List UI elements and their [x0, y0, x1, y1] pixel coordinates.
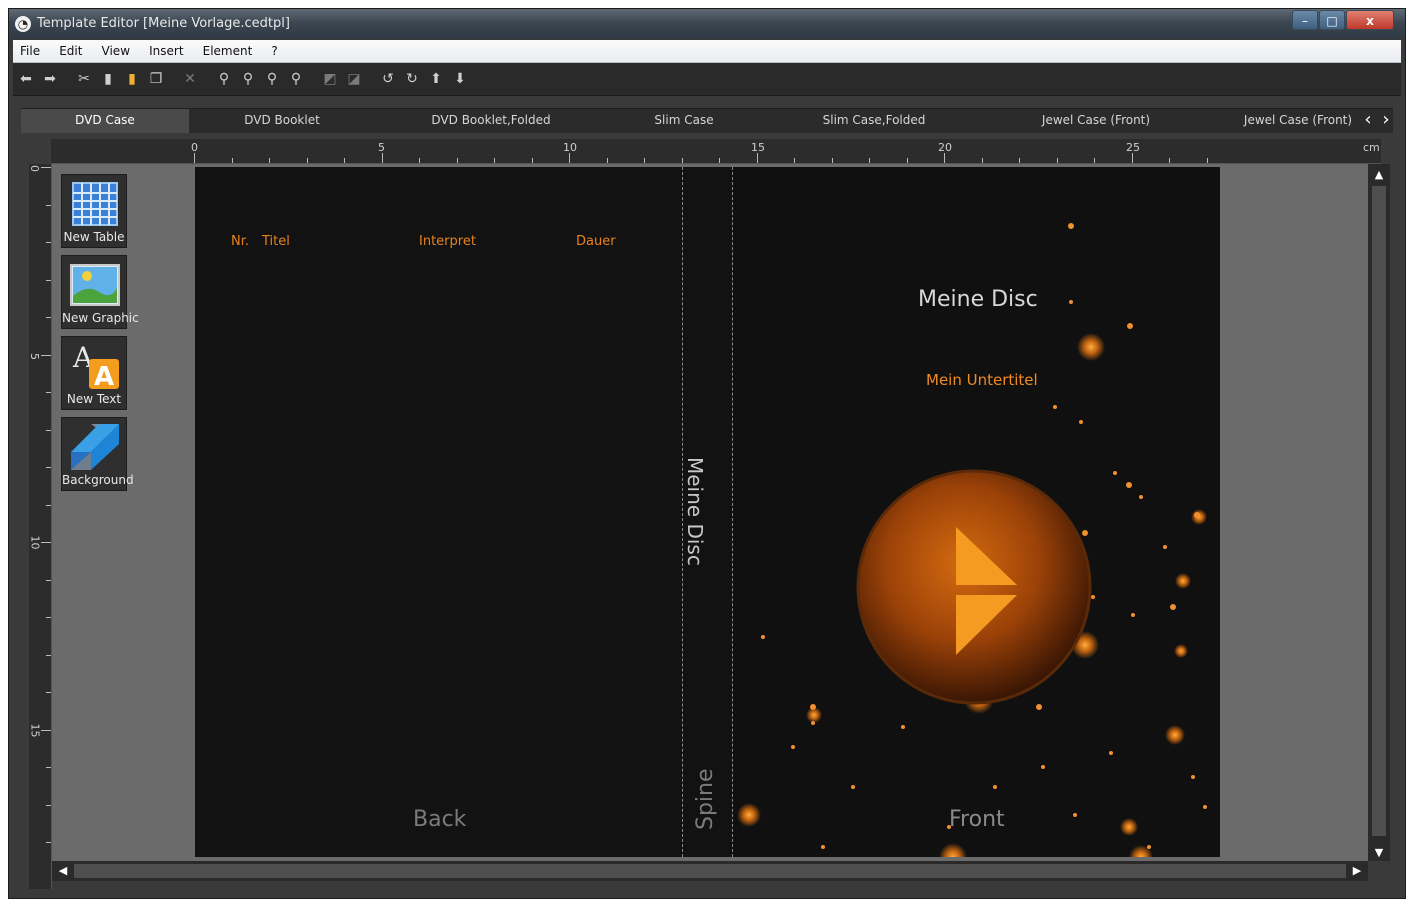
- ruler-label-10: 10: [563, 141, 577, 154]
- send-backward-icon[interactable]: ⬇: [451, 70, 469, 88]
- menu-element[interactable]: Element: [196, 40, 260, 62]
- zoom-actual-icon[interactable]: ⚲: [287, 70, 305, 88]
- column-header-interpret[interactable]: Interpret: [419, 234, 476, 249]
- ruler-left-label-15: 15: [28, 723, 42, 738]
- forward-icon[interactable]: ➡: [41, 70, 59, 88]
- cut-icon[interactable]: ✂: [75, 70, 93, 88]
- text-icon: A A: [72, 341, 119, 391]
- horizontal-scroll-thumb[interactable]: [74, 864, 1346, 878]
- rotate-left-icon[interactable]: ↺: [379, 70, 397, 88]
- tab-scroll-left-icon[interactable]: ‹: [1361, 109, 1375, 133]
- horizontal-scrollbar[interactable]: ◀ ▶: [52, 861, 1368, 881]
- disc-title-text[interactable]: Meine Disc: [918, 287, 1038, 312]
- column-header-dauer[interactable]: Dauer: [576, 234, 616, 249]
- ruler-unit: cm: [1363, 141, 1380, 154]
- tab-slim-case[interactable]: Slim Case: [621, 109, 747, 133]
- new-text-label: New Text: [66, 392, 122, 406]
- new-table-button[interactable]: New Table: [61, 174, 127, 248]
- front-area-label: Front: [949, 807, 1005, 832]
- scroll-up-icon[interactable]: ▲: [1368, 168, 1390, 182]
- background-label: Background: [62, 473, 134, 487]
- tab-dvd-booklet[interactable]: DVD Booklet: [189, 109, 375, 133]
- window-title: Template Editor [Meine Vorlage.cedtpl]: [37, 16, 290, 31]
- vertical-ruler: 0 5 10 15 cm: [28, 164, 52, 889]
- menu-file[interactable]: File: [13, 40, 47, 62]
- back-area-label: Back: [413, 807, 467, 832]
- ruler-left-label-10: 10: [28, 535, 42, 550]
- spine-area-label: Spine: [693, 768, 718, 830]
- disc-subtitle-text[interactable]: Mein Untertitel: [926, 371, 1038, 389]
- front-cover-graphic: [737, 223, 1207, 857]
- menu-bar: File Edit View Insert Element ?: [13, 40, 1401, 63]
- dvd-case-page[interactable]: Nr. Titel Interpret Dauer Meine Disc Mei…: [195, 167, 1220, 857]
- table-icon: [72, 182, 118, 226]
- ruler-label-20: 20: [938, 141, 952, 154]
- new-graphic-label: New Graphic: [62, 311, 139, 325]
- scroll-down-icon[interactable]: ▼: [1368, 846, 1390, 860]
- new-graphic-button[interactable]: New Graphic: [61, 255, 139, 329]
- column-header-titel[interactable]: Titel: [262, 234, 290, 249]
- horizontal-ruler: 0 5 10 15 20 25 cm: [51, 139, 1381, 164]
- delete-icon[interactable]: ✕: [181, 70, 199, 88]
- zoom-in-icon[interactable]: ⚲: [239, 70, 257, 88]
- zoom-fit-icon[interactable]: ⚲: [215, 70, 233, 88]
- ruler-label-5: 5: [378, 141, 385, 154]
- ruler-left-label-0: 0: [28, 165, 41, 172]
- svg-text:A: A: [94, 362, 114, 391]
- flip-horizontal-icon[interactable]: ◩: [321, 70, 339, 88]
- close-button[interactable]: x: [1346, 10, 1394, 30]
- template-editor-window: ◔ Template Editor [Meine Vorlage.cedtpl]…: [8, 8, 1406, 899]
- tab-jewel-case-front[interactable]: Jewel Case (Front): [1011, 109, 1181, 133]
- background-icon: [71, 424, 119, 470]
- tab-dvd-case[interactable]: DVD Case: [21, 109, 189, 133]
- new-table-label: New Table: [63, 230, 125, 244]
- ruler-left-label-5: 5: [28, 353, 41, 360]
- image-icon: [70, 264, 120, 306]
- back-icon[interactable]: ⬅: [17, 70, 35, 88]
- flip-vertical-icon[interactable]: ◪: [345, 70, 363, 88]
- minimize-button[interactable]: –: [1292, 10, 1318, 30]
- ruler-label-0: 0: [191, 141, 198, 154]
- title-bar: ◔ Template Editor [Meine Vorlage.cedtpl]…: [9, 9, 1405, 39]
- ruler-ticks-vertical: [41, 167, 51, 843]
- menu-insert[interactable]: Insert: [142, 40, 190, 62]
- copy-icon[interactable]: ▮: [99, 70, 117, 88]
- menu-view[interactable]: View: [95, 40, 137, 62]
- duplicate-icon[interactable]: ❐: [147, 70, 165, 88]
- scroll-right-icon[interactable]: ▶: [1350, 864, 1364, 878]
- scroll-left-icon[interactable]: ◀: [56, 864, 70, 878]
- vertical-scroll-thumb[interactable]: [1372, 186, 1386, 836]
- tab-slim-case-folded[interactable]: Slim Case,Folded: [791, 109, 957, 133]
- ruler-ticks-horizontal: [194, 153, 1208, 163]
- ruler-corner: [29, 861, 51, 889]
- paste-icon[interactable]: ▮: [123, 70, 141, 88]
- ruler-label-15: 15: [751, 141, 765, 154]
- maximize-button[interactable]: □: [1319, 10, 1345, 30]
- menu-edit[interactable]: Edit: [52, 40, 89, 62]
- rotate-right-icon[interactable]: ↻: [403, 70, 421, 88]
- vertical-scrollbar[interactable]: ▲ ▼: [1368, 164, 1390, 861]
- tab-jewel-case-front-2[interactable]: Jewel Case (Front): [1235, 109, 1361, 133]
- app-logo-icon: ◔: [15, 16, 31, 32]
- column-header-nr[interactable]: Nr.: [231, 234, 249, 249]
- tab-dvd-booklet-folded[interactable]: DVD Booklet,Folded: [401, 109, 581, 133]
- editor-canvas[interactable]: New Table New Graphic A A New Text Backg…: [52, 164, 1368, 861]
- spine-title-text[interactable]: Meine Disc: [683, 457, 707, 566]
- front-cover-panel[interactable]: [733, 167, 1220, 857]
- ruler-label-25: 25: [1126, 141, 1140, 154]
- toolbar: ⬅ ➡ ✂ ▮ ▮ ❐ ✕ ⚲ ⚲ ⚲ ⚲ ◩ ◪ ↺ ↻ ⬆ ⬇: [13, 63, 1401, 96]
- template-tabs: DVD Case DVD Booklet DVD Booklet,Folded …: [21, 108, 1393, 133]
- background-button[interactable]: Background: [61, 417, 134, 491]
- zoom-out-icon[interactable]: ⚲: [263, 70, 281, 88]
- tab-scroll-right-icon[interactable]: ›: [1379, 109, 1393, 133]
- new-text-button[interactable]: A A New Text: [61, 336, 127, 410]
- bring-forward-icon[interactable]: ⬆: [427, 70, 445, 88]
- menu-help[interactable]: ?: [264, 40, 284, 62]
